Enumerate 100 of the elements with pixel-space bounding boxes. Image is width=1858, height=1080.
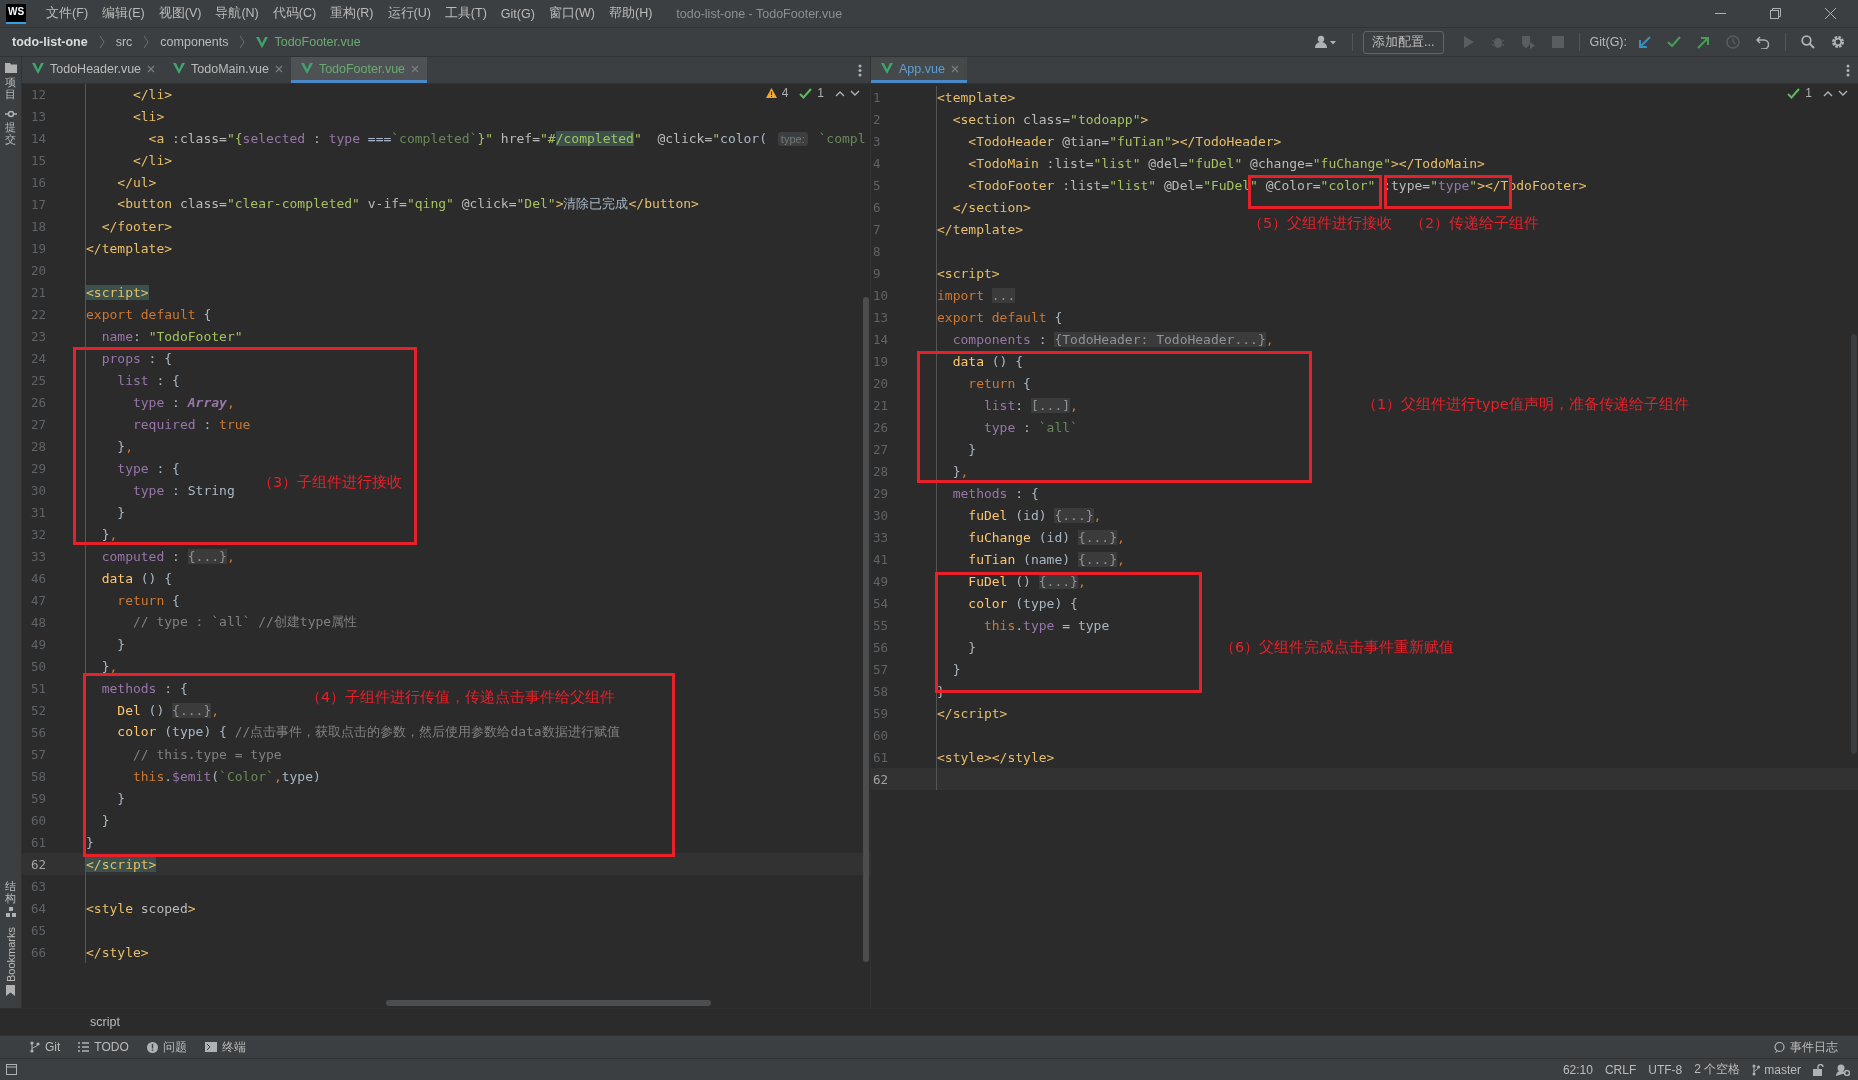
scrollbar[interactable] — [863, 297, 869, 962]
commit-icon[interactable] — [4, 110, 17, 119]
check-icon[interactable] — [1787, 87, 1801, 99]
panel-toggle-icon[interactable] — [6, 1064, 17, 1075]
search-icon[interactable] — [1801, 35, 1815, 49]
menu-item[interactable]: 导航(N) — [209, 5, 267, 22]
line-number: 30 — [872, 507, 890, 523]
file-tab[interactable]: TodoMain.vue — [163, 57, 291, 83]
side-tab[interactable]: 项目 — [5, 76, 16, 101]
git-label: Git(G): — [1589, 35, 1627, 49]
branch-icon — [1752, 1063, 1761, 1076]
line-number: 18 — [29, 218, 46, 234]
warning-icon[interactable] — [765, 88, 777, 98]
bookmark-icon[interactable] — [6, 985, 15, 996]
line-number: 28 — [29, 438, 46, 454]
check-count[interactable]: 1 — [1805, 86, 1812, 100]
close-icon[interactable] — [274, 64, 283, 73]
v-icon — [32, 63, 44, 74]
scrollbar[interactable] — [386, 1000, 711, 1006]
line-number: 26 — [872, 419, 890, 435]
side-tab[interactable]: 结构 — [5, 879, 16, 904]
side-tab[interactable]: Bookmarks — [4, 926, 17, 982]
tool-window-button[interactable]: 终端 — [204, 1038, 246, 1056]
folder-icon[interactable] — [4, 63, 17, 73]
menu-item[interactable]: 代码(C) — [266, 5, 325, 22]
check-count[interactable]: 1 — [817, 86, 824, 100]
line-number: 13 — [872, 309, 890, 325]
close-icon[interactable] — [147, 64, 156, 73]
tool-window-button[interactable]: 问题 — [146, 1038, 187, 1056]
file-tab[interactable]: TodoFooter.vue — [290, 57, 428, 83]
code-breadcrumb[interactable]: script — [90, 1015, 120, 1029]
close-icon[interactable] — [1825, 8, 1836, 19]
person-caret-icon[interactable] — [1315, 35, 1338, 49]
menu-item[interactable]: Git(G) — [494, 6, 543, 21]
arrow-down-left-icon[interactable] — [1638, 35, 1651, 49]
arrow-up-right-icon[interactable] — [1697, 35, 1710, 49]
breadcrumb-item[interactable]: src — [115, 35, 133, 49]
code-line: <style scoped> — [86, 900, 196, 916]
lock-icon[interactable] — [1813, 1063, 1824, 1076]
app-logo[interactable]: WS — [6, 3, 27, 24]
branch-button[interactable]: master — [1752, 1062, 1801, 1077]
code-line: list : { — [116, 372, 180, 388]
breadcrumb-item[interactable]: components — [160, 35, 229, 49]
menu-item[interactable]: 帮助(H) — [603, 5, 661, 22]
breadcrumb-item[interactable]: todo-list-one — [12, 35, 88, 49]
menu-item[interactable]: 编辑(E) — [96, 5, 153, 22]
code-line: components : {TodoHeader: TodoHeader...}, — [951, 331, 1274, 347]
line-number: 61 — [29, 834, 46, 850]
code-line: </template> — [86, 240, 173, 256]
undo-icon[interactable] — [1756, 35, 1770, 49]
menu-item[interactable]: 工具(T) — [438, 5, 495, 22]
code-line: import ... — [937, 287, 1016, 303]
restore-icon[interactable] — [1770, 8, 1781, 19]
line-number: 41 — [872, 551, 890, 567]
file-tab[interactable]: App.vue — [871, 57, 967, 83]
annotation-label: （5）父组件进行接收 — [1248, 214, 1393, 233]
code-line: type : `all` — [982, 419, 1078, 435]
settings-icon[interactable] — [1831, 35, 1845, 49]
menu-item[interactable]: 视图(V) — [152, 5, 210, 22]
file-encoding[interactable]: UTF-8 — [1648, 1062, 1683, 1077]
line-number: 1 — [872, 89, 882, 105]
check-icon[interactable] — [1667, 36, 1681, 48]
check-icon[interactable] — [799, 87, 813, 99]
line-ending[interactable]: CRLF — [1604, 1062, 1637, 1077]
code-line: name: "TodoFooter" — [100, 328, 243, 344]
gear-person-icon[interactable] — [1836, 1063, 1850, 1076]
more-icon[interactable] — [1846, 63, 1850, 77]
code-line: </li> — [131, 86, 173, 102]
menu-item[interactable]: 运行(U) — [381, 5, 439, 22]
line-number: 50 — [29, 658, 46, 674]
add-configuration-button[interactable]: 添加配置... — [1363, 30, 1444, 54]
code-line: fuTian (name) {...}, — [967, 551, 1125, 567]
menu-item[interactable]: 重构(R) — [324, 5, 382, 22]
side-tab[interactable]: 提交 — [5, 121, 16, 146]
line-number: 31 — [29, 504, 46, 520]
code-line: } — [116, 504, 126, 520]
line-number: 3 — [872, 133, 882, 149]
tool-window-button[interactable]: TODO — [78, 1040, 129, 1054]
warning-count[interactable]: 4 — [781, 86, 789, 100]
breadcrumb-item[interactable]: TodoFooter.vue — [274, 35, 361, 49]
indent-setting[interactable]: 2 个空格 — [1694, 1061, 1741, 1078]
code-line: <template> — [937, 89, 1016, 105]
code-line: this.$emit(`Color`,type) — [131, 768, 321, 784]
file-tab[interactable]: TodoHeader.vue — [22, 57, 164, 83]
line-number: 51 — [29, 680, 46, 696]
code-line: color (type) { //点击事件，获取点击的参数，然后使用参数给data数据进行赋值 — [116, 723, 620, 741]
line-number: 29 — [29, 460, 46, 476]
line-number: 56 — [872, 639, 890, 655]
line-number: 49 — [29, 636, 46, 652]
cursor-position[interactable]: 62:10 — [1562, 1062, 1593, 1077]
more-icon[interactable] — [858, 63, 862, 77]
event-log-button[interactable]: 事件日志 — [1774, 1038, 1838, 1056]
menu-item[interactable]: 窗口(W) — [542, 5, 603, 22]
line-number: 30 — [29, 482, 46, 498]
structure-icon[interactable] — [5, 906, 16, 917]
line-number: 19 — [29, 240, 46, 256]
tool-window-button[interactable]: Git — [30, 1040, 61, 1054]
line-number: 17 — [29, 196, 46, 212]
menu-item[interactable]: 文件(F) — [40, 5, 97, 22]
line-number: 61 — [872, 749, 890, 765]
